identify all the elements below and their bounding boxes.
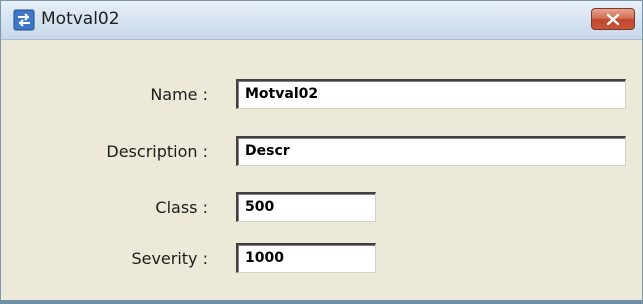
description-row: Description : Descr [1,136,642,166]
title-bar[interactable]: Motval02 [1,1,642,40]
severity-label: Severity : [131,249,208,268]
transfer-arrows-icon [13,9,35,31]
class-label: Class : [155,198,208,217]
severity-row: Severity : 1000 [1,243,642,273]
class-input[interactable]: 500 [236,192,376,222]
window-title: Motval02 [41,9,120,29]
class-row: Class : 500 [1,192,642,222]
description-label: Description : [106,142,208,161]
description-input[interactable]: Descr [236,136,626,166]
close-icon [606,13,620,26]
name-row: Name : Motval02 [1,79,642,109]
name-label: Name : [150,85,208,104]
dialog-window: Motval02 Name : Motval02 Description : D… [0,0,643,304]
name-input[interactable]: Motval02 [236,79,626,109]
close-button[interactable] [591,8,635,30]
severity-input[interactable]: 1000 [236,243,376,273]
